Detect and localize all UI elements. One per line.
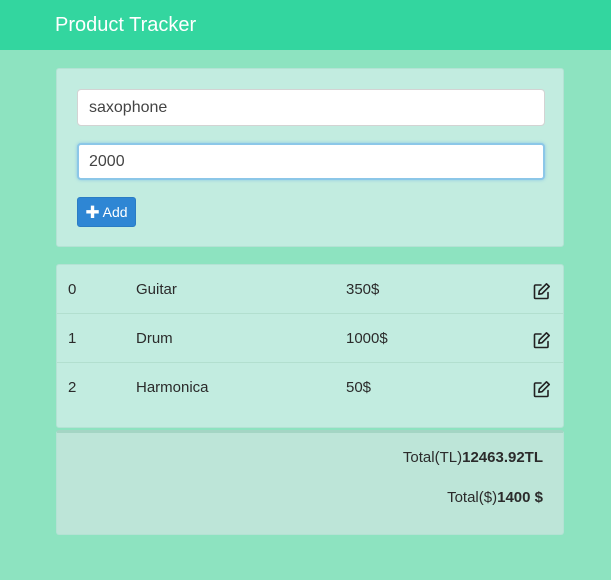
row-price: 50$ <box>346 379 372 396</box>
product-price-input[interactable] <box>77 143 545 180</box>
total-tl-label: Total(TL) <box>402 449 463 466</box>
row-index: 0 <box>68 281 77 298</box>
product-table: 0 Guitar 350$ 1 Drum 1000$ 2 Harmonica 5… <box>56 264 564 428</box>
total-usd: Total($)1400 $ <box>447 489 543 506</box>
total-usd-label: Total($) <box>447 489 498 506</box>
row-price: 350$ <box>346 281 380 298</box>
totals-panel: Total(TL)12463.92TL Total($)1400 $ <box>56 430 564 535</box>
table-row: 2 Harmonica 50$ <box>57 363 563 412</box>
table-row: 1 Drum 1000$ <box>57 314 563 363</box>
plus-icon: ✚ <box>85 202 100 222</box>
add-button[interactable]: ✚ Add <box>77 197 136 227</box>
row-price: 1000$ <box>346 330 388 347</box>
total-tl: Total(TL)12463.92TL <box>403 449 543 466</box>
edit-icon[interactable] <box>533 380 551 398</box>
row-index: 2 <box>68 379 77 396</box>
edit-icon[interactable] <box>533 331 551 349</box>
add-button-label: Add <box>102 204 128 220</box>
total-usd-value: 1400 $ <box>497 489 543 506</box>
edit-icon[interactable] <box>533 282 551 300</box>
add-product-form: ✚ Add <box>56 68 564 247</box>
row-name: Drum <box>136 330 173 347</box>
row-index: 1 <box>68 330 77 347</box>
row-name: Harmonica <box>136 379 209 396</box>
row-name: Guitar <box>136 281 177 298</box>
total-tl-value: 12463.92TL <box>462 449 543 466</box>
table-row: 0 Guitar 350$ <box>57 265 563 314</box>
product-name-input[interactable] <box>77 89 545 126</box>
app-title: Product Tracker <box>55 14 197 36</box>
navbar: Product Tracker <box>0 0 611 50</box>
